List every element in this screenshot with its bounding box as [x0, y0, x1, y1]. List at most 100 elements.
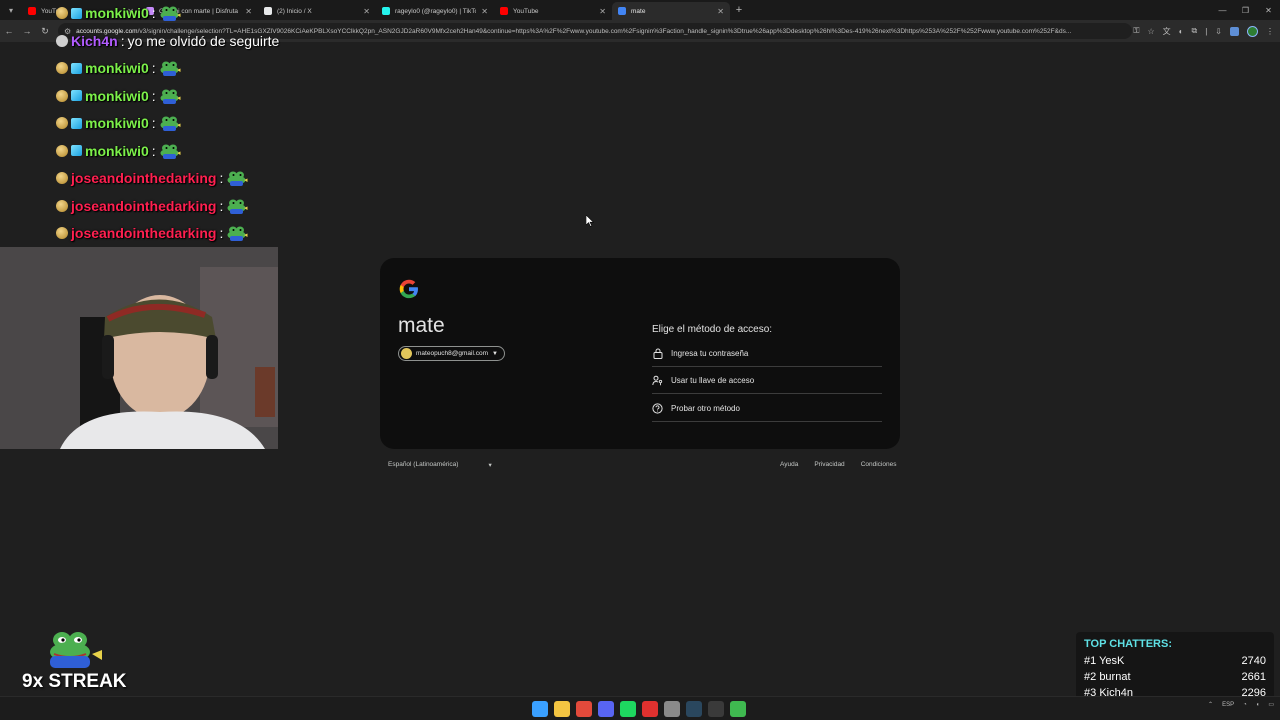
- tab-title: (2) Inicio / X: [277, 7, 312, 15]
- back-icon[interactable]: ←: [0, 26, 18, 36]
- settings-icon[interactable]: [664, 701, 680, 717]
- divider: |: [1205, 26, 1208, 36]
- coin-badge-icon: [56, 172, 68, 184]
- method-passkey[interactable]: Usar tu llave de acceso: [652, 367, 882, 394]
- chat-separator: :: [219, 225, 224, 241]
- forward-icon[interactable]: →: [18, 26, 36, 36]
- bookmark-star-icon[interactable]: ☆: [1147, 27, 1154, 36]
- browser-tab-bar: ▾ YouTube✕Gemini con marte | Disfruta de…: [0, 0, 1280, 20]
- tab-close-icon[interactable]: ✕: [599, 7, 606, 16]
- spotify-icon[interactable]: [620, 701, 636, 717]
- chat-username: Kich4n: [71, 32, 118, 49]
- clock[interactable]: ▭: [1268, 701, 1274, 708]
- account-email: mateopuch8@gmail.com: [416, 350, 488, 357]
- profile-avatar[interactable]: [1247, 25, 1258, 37]
- reload-icon[interactable]: ↻: [36, 26, 54, 37]
- top-chatter-row: #1 YesK 2740: [1084, 653, 1266, 669]
- discord-icon[interactable]: [598, 701, 614, 717]
- toolbar-right: ⚿ ☆ 文 ◐ ⧉ | ⇩ ⋮: [1133, 23, 1274, 39]
- top-chatter-count: 2661: [1241, 671, 1266, 683]
- tab-close-icon[interactable]: ✕: [363, 7, 370, 16]
- password-key-icon[interactable]: ⚿: [1133, 26, 1139, 36]
- chat-separator: :: [219, 170, 224, 186]
- downloads-icon[interactable]: ⇩: [1215, 27, 1222, 36]
- top-chatter-name: YesK: [1099, 655, 1125, 667]
- footer-links: Ayuda Privacidad Condiciones: [780, 461, 896, 468]
- tray-lang-top: ESP: [1222, 701, 1235, 708]
- coin-badge-icon: [56, 89, 68, 102]
- pepe-emote-icon: [227, 199, 248, 214]
- wifi-icon[interactable]: ◔: [1243, 702, 1247, 708]
- top-chatter-rank: #2: [1084, 671, 1097, 683]
- app-icon[interactable]: [730, 701, 746, 717]
- tab-close-icon[interactable]: ✕: [245, 7, 252, 16]
- menu-kebab-icon[interactable]: ⋮: [1266, 27, 1274, 36]
- chat-separator: :: [151, 115, 156, 131]
- top-chatter-name-group: #2 burnat: [1084, 671, 1131, 683]
- footer-link-help[interactable]: Ayuda: [780, 461, 798, 468]
- maximize-icon[interactable]: ❐: [1234, 0, 1257, 20]
- account-chip[interactable]: mateopuch8@gmail.com ▼: [398, 346, 505, 361]
- obs-icon[interactable]: [708, 701, 724, 717]
- chrome-icon[interactable]: [576, 701, 592, 717]
- language-selector[interactable]: Español (Latinoamérica) ▾: [388, 461, 492, 469]
- browser-tab[interactable]: (2) Inicio / X ✕: [258, 2, 376, 20]
- pepe-emote-icon: [50, 632, 102, 668]
- chat-message: joseandointhedarking:: [56, 195, 248, 217]
- top-chatters-title: TOP CHATTERS:: [1084, 638, 1173, 650]
- tab-title: YouTube: [513, 7, 539, 15]
- account-avatar: [401, 348, 412, 359]
- chat-message: Kich4n: yo me olvidó de seguirte: [56, 30, 279, 52]
- extension-icon[interactable]: [1230, 26, 1239, 36]
- cube-badge-icon: [71, 145, 82, 156]
- method-title: Elige el método de acceso:: [652, 324, 773, 335]
- tab-close-icon[interactable]: ✕: [717, 7, 724, 16]
- pepe-emote-icon: [160, 6, 181, 21]
- file-explorer-icon[interactable]: [554, 701, 570, 717]
- tab-search-icon[interactable]: ▾: [0, 0, 22, 20]
- chat-message: monkiwi0:: [56, 140, 181, 162]
- start-icon[interactable]: [532, 701, 548, 717]
- windows-taskbar: ⌃ ESP ◔ ◖ ▭: [0, 696, 1280, 720]
- chat-message: monkiwi0:: [56, 85, 181, 107]
- method-other[interactable]: Probar otro método: [652, 395, 882, 422]
- steam-icon[interactable]: [686, 701, 702, 717]
- footer-link-terms[interactable]: Condiciones: [861, 461, 897, 468]
- extensions-icon[interactable]: ⧉: [1192, 26, 1198, 36]
- chat-username: monkiwi0: [85, 115, 149, 131]
- signin-card: mate mateopuch8@gmail.com ▼ Elige el mét…: [380, 258, 900, 449]
- volume-icon[interactable]: ◖: [1256, 702, 1260, 708]
- method-password[interactable]: Ingresa tu contraseña: [652, 340, 882, 367]
- streak-widget: 9x STREAK: [20, 626, 130, 696]
- cube-badge-icon: [71, 90, 82, 101]
- close-window-icon[interactable]: ✕: [1257, 0, 1280, 20]
- coin-badge-icon: [56, 227, 68, 239]
- opera-icon[interactable]: [642, 701, 658, 717]
- pepe-emote-icon: [160, 61, 181, 76]
- google-logo-icon: [399, 279, 418, 299]
- chat-separator: :: [151, 87, 156, 104]
- chevron-down-icon: ▾: [488, 462, 492, 469]
- pepe-emote-icon: [227, 226, 248, 241]
- cast-icon[interactable]: ◐: [1179, 27, 1184, 36]
- chevron-down-icon: ▼: [492, 350, 498, 357]
- tray-lang[interactable]: ESP: [1222, 702, 1234, 708]
- minimize-icon[interactable]: —: [1211, 0, 1234, 20]
- coin-badge-icon: [56, 62, 68, 74]
- chat-message: monkiwi0:: [56, 2, 181, 24]
- tab-close-icon[interactable]: ✕: [481, 7, 488, 16]
- footer-link-privacy[interactable]: Privacidad: [814, 461, 844, 468]
- chat-separator: :: [151, 142, 156, 159]
- new-tab-button[interactable]: +: [730, 4, 748, 16]
- tray-chevron-icon[interactable]: ⌃: [1208, 701, 1213, 708]
- browser-tab[interactable]: rageylo0 (@rageylo0) | TikTok ✕: [376, 2, 494, 20]
- streak-label: 9x STREAK: [22, 671, 127, 692]
- browser-tab[interactable]: YouTube ✕: [494, 2, 612, 20]
- tab-favicon-icon: [618, 7, 626, 15]
- translate-icon[interactable]: 文: [1163, 26, 1171, 37]
- chat-text: yo me olvidó de seguirte: [127, 32, 280, 49]
- mod-badge-icon: [56, 34, 68, 47]
- browser-tab[interactable]: mate ✕: [612, 2, 730, 20]
- tab-title: rageylo0 (@rageylo0) | TikTok: [395, 7, 477, 15]
- top-chatter-name-group: #1 YesK: [1084, 655, 1124, 667]
